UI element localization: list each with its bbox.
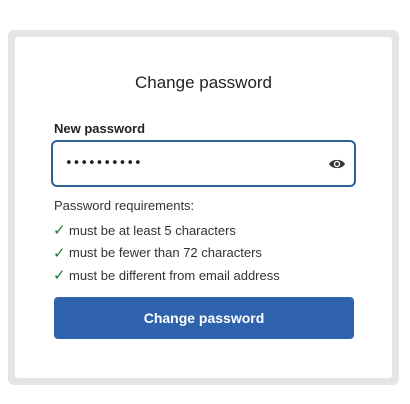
page-title: Change password	[134, 73, 273, 92]
requirement-text: must be fewer than 72 characters	[69, 245, 262, 261]
new-password-label: New password	[54, 121, 146, 136]
requirement-item: ✓ must be at least 5 characters	[53, 219, 280, 242]
show-password-toggle[interactable]	[320, 142, 354, 185]
requirement-text: must be at least 5 characters	[69, 222, 236, 238]
checkmark-icon: ✓	[53, 243, 66, 262]
requirements-list: ✓ must be at least 5 characters ✓ must b…	[53, 219, 280, 287]
change-password-button[interactable]: Change password	[54, 297, 354, 339]
requirement-item: ✓ must be fewer than 72 characters	[53, 242, 280, 265]
requirement-text: must be different from email address	[69, 267, 280, 283]
new-password-field	[51, 140, 356, 187]
dialog-frame: Change password New password Password re…	[8, 30, 399, 385]
change-password-card: Change password New password Password re…	[15, 37, 392, 378]
eye-icon	[329, 159, 345, 168]
checkmark-icon: ✓	[53, 266, 66, 285]
requirements-heading: Password requirements:	[54, 198, 195, 213]
requirement-item: ✓ must be different from email address	[53, 264, 280, 287]
new-password-input[interactable]	[53, 142, 320, 185]
checkmark-icon: ✓	[53, 221, 66, 240]
